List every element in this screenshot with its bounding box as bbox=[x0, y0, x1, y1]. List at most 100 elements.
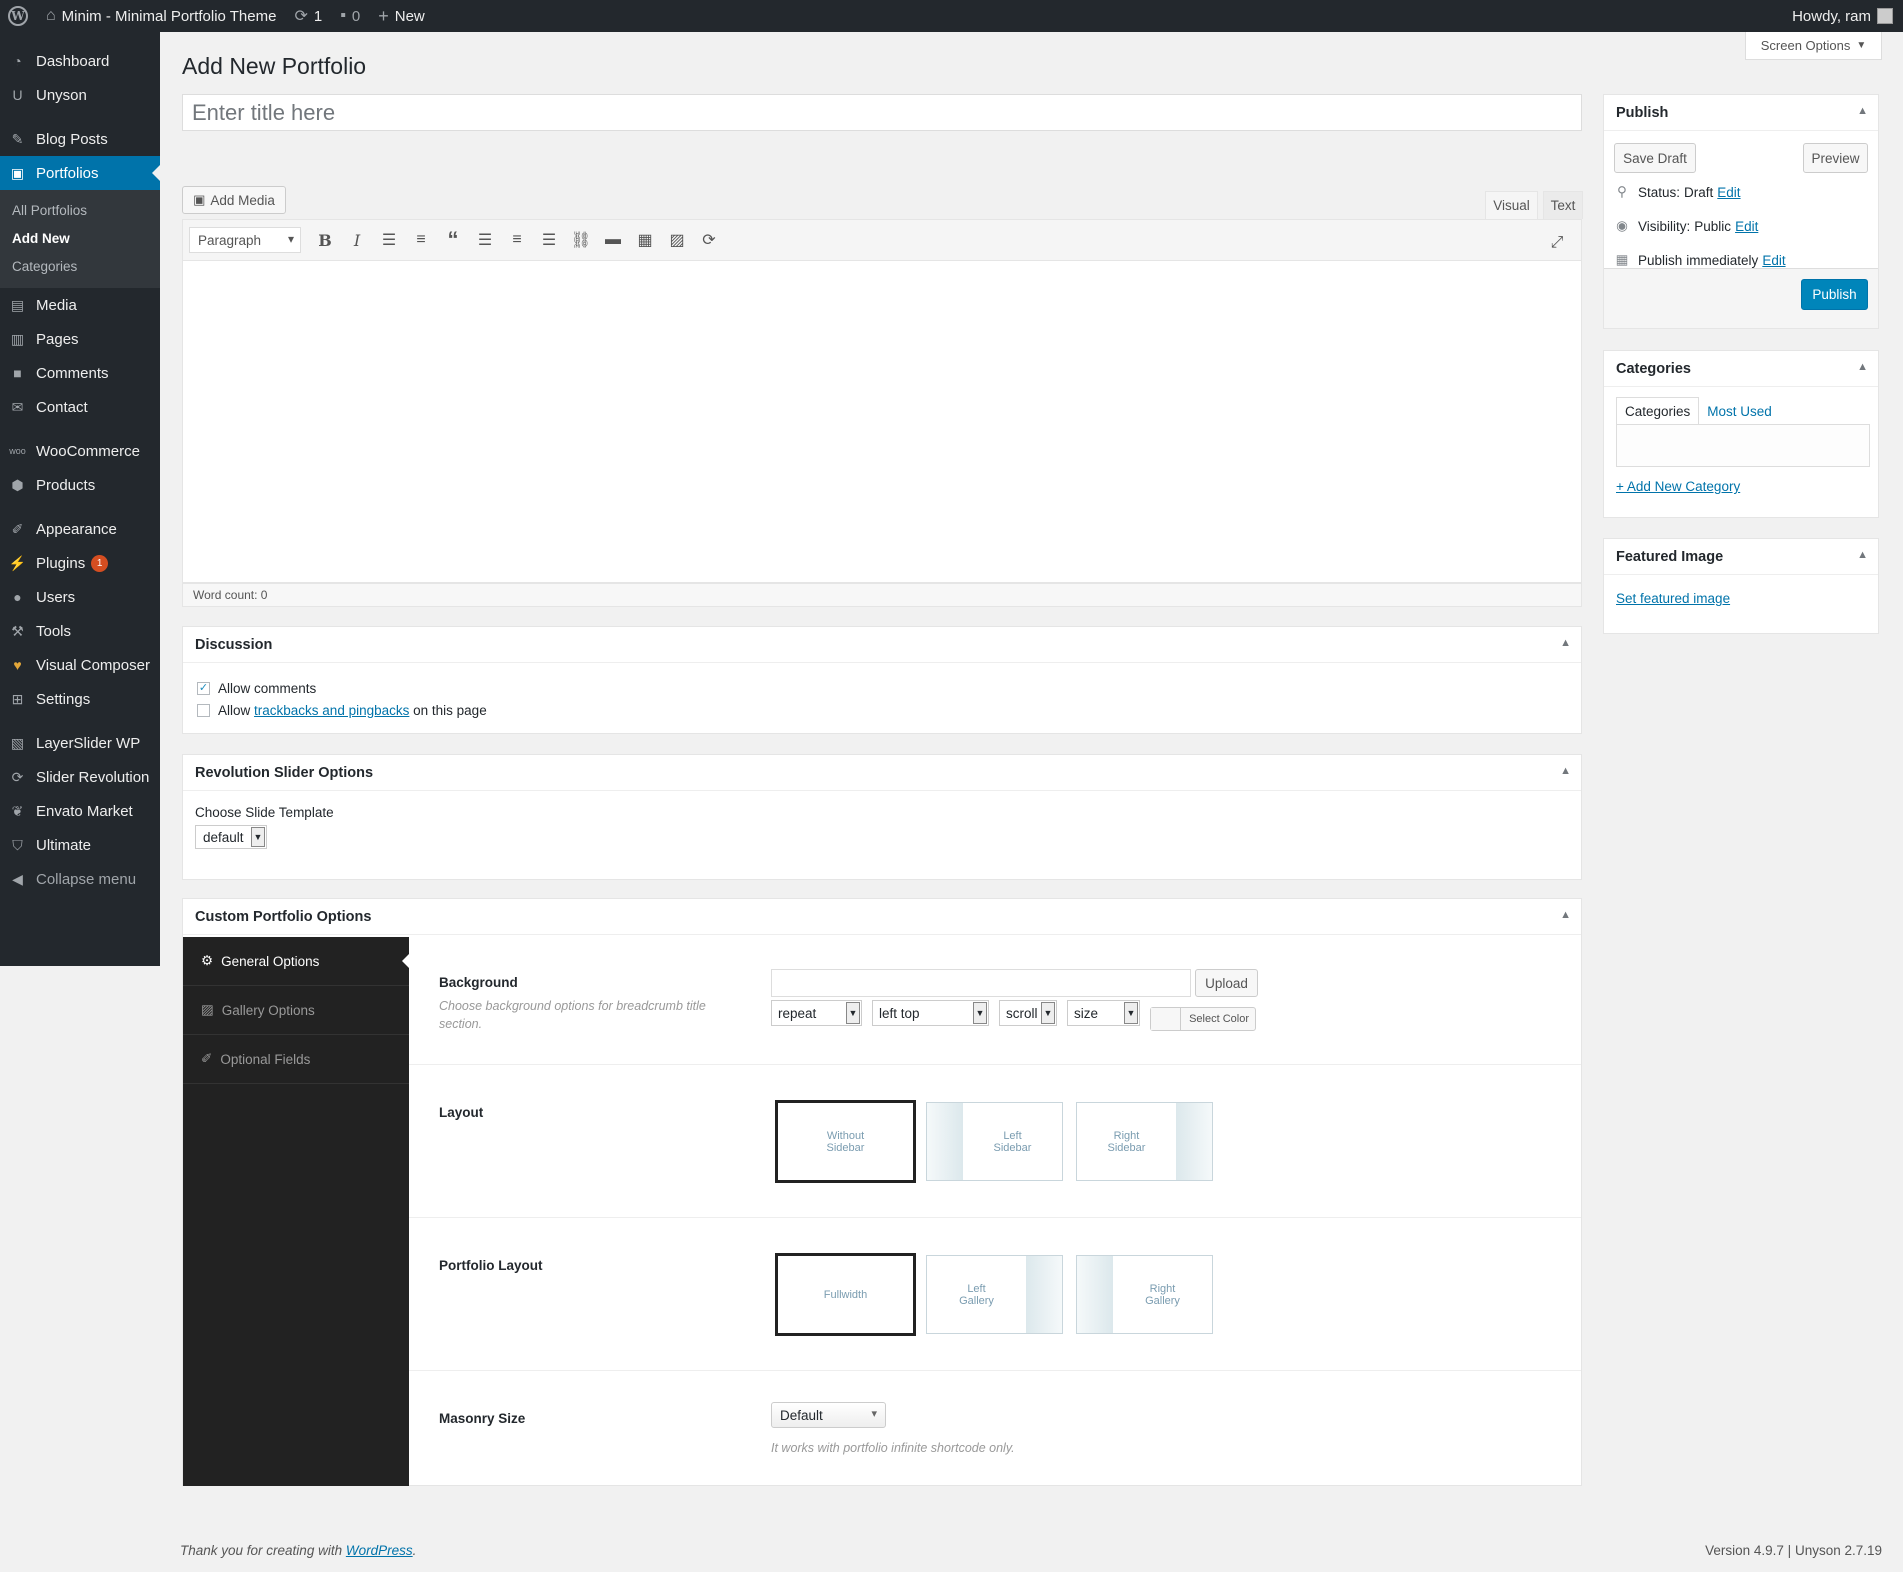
sidebar-item-portfolios[interactable]: ▣ Portfolios bbox=[0, 156, 160, 190]
sidebar-item-blog-posts[interactable]: ✎ Blog Posts bbox=[0, 122, 160, 156]
image-icon[interactable]: ▨ bbox=[661, 225, 693, 255]
revslider-header[interactable]: Revolution Slider Options ▲ bbox=[183, 755, 1581, 791]
collapse-arrow-icon[interactable]: ▲ bbox=[1560, 909, 1571, 921]
layout-without-sidebar[interactable]: Without Sidebar bbox=[775, 1100, 916, 1183]
background-position-select[interactable]: left top ▼ bbox=[872, 1000, 989, 1026]
collapse-arrow-icon[interactable]: ▲ bbox=[1560, 765, 1571, 777]
collapse-arrow-icon[interactable]: ▲ bbox=[1560, 637, 1571, 649]
collapse-menu-button[interactable]: ◀ Collapse menu bbox=[0, 862, 160, 896]
bold-icon[interactable]: B bbox=[309, 225, 341, 255]
sidebar-item-unyson[interactable]: U Unyson bbox=[0, 78, 160, 112]
tab-text[interactable]: Text bbox=[1543, 191, 1583, 219]
sidebar-item-woocommerce[interactable]: woo WooCommerce bbox=[0, 434, 160, 468]
sidebar-item-appearance[interactable]: ✐ Appearance bbox=[0, 512, 160, 546]
sidebar-item-settings[interactable]: ⊞ Settings bbox=[0, 682, 160, 716]
add-media-button[interactable]: ▣ Add Media bbox=[182, 186, 286, 214]
masonry-size-select[interactable]: Default bbox=[771, 1402, 886, 1428]
submenu-add-new[interactable]: Add New bbox=[0, 224, 160, 252]
allow-comments-checkbox[interactable]: ✓ bbox=[197, 681, 210, 695]
add-new-category-link[interactable]: + Add New Category bbox=[1616, 479, 1740, 494]
align-center-icon[interactable]: ≡ bbox=[501, 225, 533, 255]
wordpress-logo-menu[interactable]: W bbox=[0, 0, 37, 32]
title-input[interactable]: Enter title here bbox=[182, 94, 1582, 131]
tab-general-options[interactable]: ⚙ General Options bbox=[183, 937, 409, 986]
portfolio-layout-fullwidth[interactable]: Fullwidth bbox=[775, 1253, 916, 1336]
screen-options-button[interactable]: Screen Options ▼ bbox=[1745, 32, 1882, 60]
sidebar-item-layerslider[interactable]: ▧ LayerSlider WP bbox=[0, 726, 160, 760]
categories-header[interactable]: Categories ▲ bbox=[1604, 351, 1878, 387]
numbered-list-icon[interactable]: ≡ bbox=[405, 225, 437, 255]
featured-image-header[interactable]: Featured Image ▲ bbox=[1604, 539, 1878, 575]
wordpress-link[interactable]: WordPress bbox=[346, 1543, 413, 1558]
discussion-header[interactable]: Discussion ▲ bbox=[183, 627, 1581, 663]
submenu-all-portfolios[interactable]: All Portfolios bbox=[0, 196, 160, 224]
select-color-button[interactable]: Select Color bbox=[1150, 1007, 1256, 1031]
sidebar-item-media[interactable]: ▤ Media bbox=[0, 288, 160, 322]
refresh-icon[interactable]: ⟳ bbox=[693, 225, 725, 255]
collapse-arrow-icon[interactable]: ▲ bbox=[1857, 361, 1868, 373]
bullet-list-icon[interactable]: ☰ bbox=[373, 225, 405, 255]
sidebar-item-ultimate[interactable]: ⛉ Ultimate bbox=[0, 828, 160, 862]
align-right-icon[interactable]: ☰ bbox=[533, 225, 565, 255]
blockquote-icon[interactable]: “ bbox=[437, 225, 469, 255]
comments-link[interactable]: ▪ 0 bbox=[331, 0, 369, 32]
background-size-select[interactable]: size ▼ bbox=[1067, 1000, 1140, 1026]
sidebar-item-pages[interactable]: ▥ Pages bbox=[0, 322, 160, 356]
sidebar-item-comments[interactable]: ■ Comments bbox=[0, 356, 160, 390]
wordpress-logo-icon: W bbox=[8, 6, 28, 26]
portfolio-layout-left-gallery[interactable]: Left Gallery bbox=[926, 1255, 1063, 1334]
sidebar-item-tools[interactable]: ⚒ Tools bbox=[0, 614, 160, 648]
save-draft-button[interactable]: Save Draft bbox=[1614, 143, 1696, 173]
publish-header[interactable]: Publish ▲ bbox=[1604, 95, 1878, 131]
tab-gallery-options[interactable]: ▨ Gallery Options bbox=[183, 986, 409, 1035]
new-content-link[interactable]: + New bbox=[369, 0, 434, 32]
fullscreen-icon[interactable]: ⤢ bbox=[1541, 228, 1573, 258]
sidebar-item-contact[interactable]: ✉ Contact bbox=[0, 390, 160, 424]
unyson-icon: U bbox=[12, 87, 23, 103]
collapse-arrow-icon[interactable]: ▲ bbox=[1857, 549, 1868, 561]
submenu-categories[interactable]: Categories bbox=[0, 252, 160, 280]
tab-all-categories[interactable]: Categories bbox=[1616, 397, 1700, 425]
publish-button[interactable]: Publish bbox=[1801, 279, 1868, 310]
upload-button[interactable]: Upload bbox=[1195, 969, 1258, 997]
layout-left-sidebar[interactable]: Left Sidebar bbox=[926, 1102, 1063, 1181]
tab-most-used[interactable]: Most Used bbox=[1699, 397, 1780, 425]
trackbacks-link[interactable]: trackbacks and pingbacks bbox=[254, 703, 409, 718]
edit-status-link[interactable]: Edit bbox=[1717, 185, 1740, 200]
sidebar-item-slider-revolution[interactable]: ⟳ Slider Revolution bbox=[0, 760, 160, 794]
site-name-link[interactable]: ⌂ Minim - Minimal Portfolio Theme bbox=[37, 0, 285, 32]
my-account-link[interactable]: Howdy, ram bbox=[1783, 0, 1903, 32]
align-left-icon[interactable]: ☰ bbox=[469, 225, 501, 255]
sidebar-item-visual-composer[interactable]: ♥ Visual Composer bbox=[0, 648, 160, 682]
sidebar-item-plugins[interactable]: ⚡ Plugins 1 bbox=[0, 546, 160, 580]
custom-portfolio-options-box: Custom Portfolio Options ▲ ⚙ General Opt… bbox=[182, 898, 1582, 1486]
toolbar-toggle-icon[interactable]: ▦ bbox=[629, 225, 661, 255]
tab-visual[interactable]: Visual bbox=[1485, 191, 1538, 219]
italic-icon[interactable]: I bbox=[341, 225, 373, 255]
sidebar-item-label: Products bbox=[36, 476, 96, 494]
background-attachment-select[interactable]: scroll ▼ bbox=[999, 1000, 1057, 1026]
set-featured-image-link[interactable]: Set featured image bbox=[1616, 591, 1730, 606]
format-select[interactable]: Paragraph bbox=[189, 227, 301, 253]
link-icon[interactable]: ⛓ bbox=[565, 225, 597, 255]
edit-visibility-link[interactable]: Edit bbox=[1735, 219, 1758, 234]
background-repeat-select[interactable]: repeat ▼ bbox=[771, 1000, 862, 1026]
updates-icon: ⟳ bbox=[294, 8, 308, 25]
custom-options-header[interactable]: Custom Portfolio Options ▲ bbox=[183, 899, 1581, 935]
collapse-arrow-icon[interactable]: ▲ bbox=[1857, 105, 1868, 117]
editor-content-area[interactable] bbox=[182, 261, 1582, 583]
portfolio-layout-right-gallery[interactable]: Right Gallery bbox=[1076, 1255, 1213, 1334]
background-url-input[interactable] bbox=[771, 969, 1191, 997]
updates-link[interactable]: ⟳ 1 bbox=[285, 0, 331, 32]
edit-publish-time-link[interactable]: Edit bbox=[1762, 253, 1785, 268]
sidebar-item-products[interactable]: ⬢ Products bbox=[0, 468, 160, 502]
sidebar-item-users[interactable]: ● Users bbox=[0, 580, 160, 614]
allow-pings-checkbox[interactable] bbox=[197, 703, 210, 717]
layout-right-sidebar[interactable]: Right Sidebar bbox=[1076, 1102, 1213, 1181]
tab-optional-fields[interactable]: ✐ Optional Fields bbox=[183, 1035, 409, 1084]
slide-template-select[interactable]: default ▼ bbox=[195, 825, 267, 849]
sidebar-item-envato-market[interactable]: ❦ Envato Market bbox=[0, 794, 160, 828]
read-more-icon[interactable]: ▬ bbox=[597, 225, 629, 255]
preview-button[interactable]: Preview bbox=[1803, 143, 1868, 173]
sidebar-item-dashboard[interactable]: ◔ Dashboard bbox=[0, 44, 160, 78]
